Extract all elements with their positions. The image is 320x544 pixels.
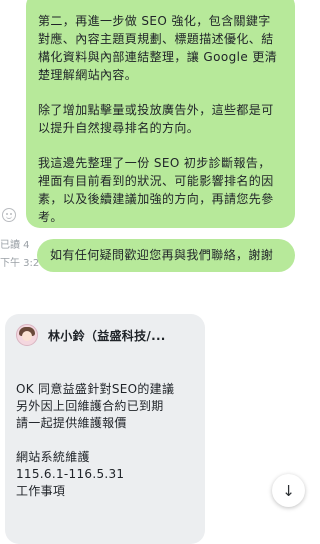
message-bubble-outgoing-short[interactable]: 如有任何疑問歡迎您再與我們聯絡，謝謝: [37, 239, 295, 272]
quoted-line: 請一起提供維護報價: [16, 416, 127, 430]
quoted-line: 工作事項: [16, 484, 66, 498]
quoted-line: 網站系統維護: [16, 450, 90, 464]
message-paragraph-3: 我這邊先整理了一份 SEO 初步診斷報告，裡面有目前看到的狀況、可能影響排名的因…: [38, 156, 274, 224]
smiley-mouth: [6, 215, 12, 219]
quoted-line: 115.6.1-116.5.31: [16, 467, 125, 481]
message-paragraph-2: 除了增加點擊量或投放廣告外，這些都是可以提升自然搜尋排名的方向。: [38, 103, 274, 135]
quoted-message-header: 林小鈴（益盛科技/...: [16, 324, 166, 346]
avatar-face: [22, 331, 32, 341]
quoted-line: 另外因上回維護合約已到期: [16, 399, 164, 413]
read-receipt: 已讀 4: [0, 240, 30, 251]
message-bubble-outgoing[interactable]: 第二，再進一步做 SEO 強化，包含關鍵字對應、內容主題頁規劃、標題描述優化、結…: [26, 0, 295, 228]
avatar[interactable]: [16, 324, 38, 346]
quoted-sender-name: 林小鈴（益盛科技/...: [48, 328, 166, 343]
quoted-message-body: OK 同意益盛針對SEO的建議 另外因上回維護合約已到期 請一起提供維護報價 網…: [16, 381, 196, 500]
quoted-line: OK 同意益盛針對SEO的建議: [16, 382, 175, 396]
smiley-icon[interactable]: [2, 208, 16, 222]
message-paragraph-1: 第二，再進一步做 SEO 強化，包含關鍵字對應、內容主題頁規劃、標題描述優化、結…: [38, 14, 278, 82]
quoted-line-spacer: [16, 432, 196, 449]
arrow-down-icon[interactable]: ↓: [272, 474, 305, 507]
